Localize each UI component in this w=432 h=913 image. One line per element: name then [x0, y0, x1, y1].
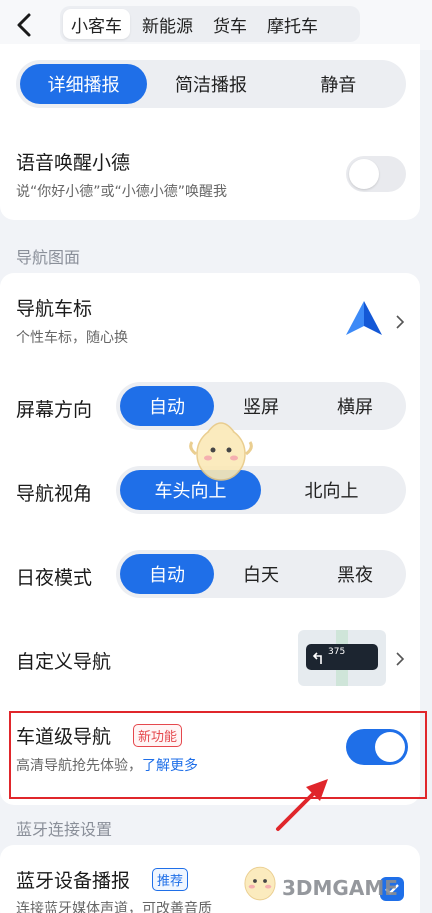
bluetooth-title: 蓝牙设备播报 [16, 870, 131, 892]
day-option[interactable]: 白天 [214, 554, 308, 594]
toggle-knob [349, 159, 379, 189]
wake-title: 语音唤醒小德 [16, 152, 131, 174]
chevron-right-icon [396, 652, 405, 666]
custom-nav-preview: 375 [298, 630, 386, 686]
preview-screen: 375 [306, 644, 378, 670]
orientation-landscape-option[interactable]: 横屏 [308, 386, 402, 426]
annotation-arrow-icon [276, 779, 328, 831]
broadcast-mode-segment: 详细播报 简洁播报 静音 [16, 60, 406, 108]
navigation-arrow-icon [346, 301, 382, 335]
section-bluetooth: 蓝牙连接设置 [16, 820, 113, 839]
custom-nav-title: 自定义导航 [16, 651, 112, 673]
nav-view-north-up-option[interactable]: 北向上 [261, 470, 402, 510]
day-night-segment: 自动 白天 黑夜 [116, 550, 406, 598]
back-button[interactable] [6, 8, 42, 42]
broadcast-mute-option[interactable]: 静音 [275, 64, 402, 104]
day-night-auto-option[interactable]: 自动 [120, 554, 214, 594]
nav-view-segment: 车头向上 北向上 [116, 466, 406, 514]
screen-orientation-segment: 自动 竖屏 横屏 [116, 382, 406, 430]
nav-view-title: 导航视角 [16, 483, 93, 505]
tab-truck[interactable]: 货车 [205, 9, 255, 39]
highlight-box [9, 711, 427, 799]
mascot-logo-icon [244, 866, 276, 901]
wake-toggle[interactable] [346, 156, 406, 192]
turn-left-icon [312, 652, 322, 664]
mascot-watermark-icon [189, 422, 253, 481]
preview-distance: 375 [328, 647, 346, 657]
tab-motorcycle[interactable]: 摩托车 [259, 9, 326, 39]
wake-subtitle: 说“你好小德”或“小德小德”唤醒我 [16, 184, 228, 200]
car-icon-subtitle: 个性车标，随心换 [16, 330, 128, 346]
watermark-text: 3DMGAME [282, 876, 398, 900]
tab-car[interactable]: 小客车 [63, 9, 130, 39]
top-bar: 小客车 新能源 货车 摩托车 [0, 0, 432, 50]
section-nav-map: 导航图面 [16, 248, 81, 267]
broadcast-detailed-option[interactable]: 详细播报 [20, 64, 148, 104]
broadcast-concise-option[interactable]: 简洁播报 [147, 64, 274, 104]
day-night-title: 日夜模式 [16, 567, 93, 589]
vehicle-type-tabs: 小客车 新能源 货车 摩托车 [60, 6, 360, 42]
tab-new-energy[interactable]: 新能源 [134, 9, 201, 39]
car-icon-title: 导航车标 [16, 298, 93, 320]
chevron-right-icon [396, 315, 405, 329]
chevron-left-icon [17, 13, 31, 37]
recommended-badge: 推荐 [152, 868, 189, 891]
night-option[interactable]: 黑夜 [308, 554, 402, 594]
screen-orientation-title: 屏幕方向 [16, 399, 93, 421]
bluetooth-subtitle: 连接蓝牙媒体声道，可改善音质 [16, 901, 212, 913]
